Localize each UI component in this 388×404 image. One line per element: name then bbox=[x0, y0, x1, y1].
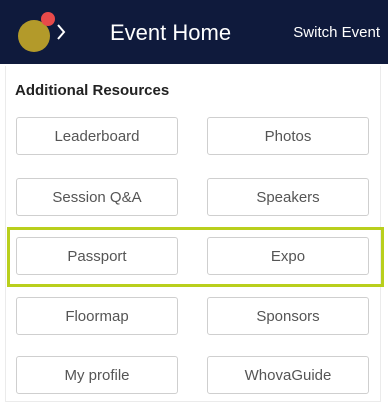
switch-event-button[interactable]: Switch Event bbox=[293, 23, 380, 42]
expo-button[interactable]: Expo bbox=[207, 237, 369, 275]
leaderboard-button[interactable]: Leaderboard bbox=[16, 117, 178, 155]
logo-dot-small bbox=[41, 12, 55, 26]
passport-button[interactable]: Passport bbox=[16, 237, 178, 275]
my-profile-button[interactable]: My profile bbox=[16, 356, 178, 394]
chevron-right-icon bbox=[57, 24, 66, 40]
speakers-button[interactable]: Speakers bbox=[207, 178, 369, 216]
whovaguide-button[interactable]: WhovaGuide bbox=[207, 356, 369, 394]
sponsors-button[interactable]: Sponsors bbox=[207, 297, 369, 335]
session-qa-button[interactable]: Session Q&A bbox=[16, 178, 178, 216]
page-title: Event Home bbox=[110, 20, 232, 45]
section-title: Additional Resources bbox=[15, 82, 170, 99]
floormap-button[interactable]: Floormap bbox=[16, 297, 178, 335]
photos-button[interactable]: Photos bbox=[207, 117, 369, 155]
app-header: Event Home Switch Event bbox=[0, 0, 388, 64]
event-logo-icon[interactable] bbox=[16, 10, 66, 54]
